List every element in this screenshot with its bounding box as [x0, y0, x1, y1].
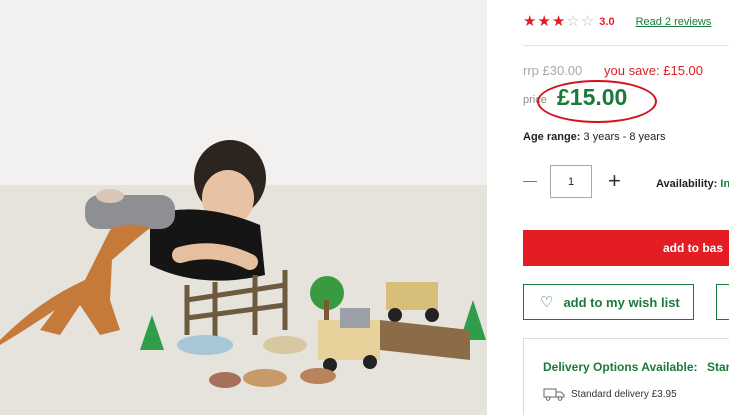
star-icon: ☆	[566, 13, 580, 30]
delivery-truck-icon	[543, 388, 565, 401]
quantity-decrease-button[interactable]	[523, 181, 537, 182]
annotation-circle	[537, 80, 657, 123]
delivery-options-box: Delivery Options Available: Star Standar…	[523, 338, 729, 415]
availability-label: Availability:	[656, 178, 718, 190]
you-save: you save: £15.00	[604, 63, 704, 78]
secondary-action-button[interactable]	[716, 284, 729, 320]
read-reviews-link[interactable]: Read 2 reviews	[636, 16, 712, 28]
heart-icon: ♡	[540, 294, 554, 311]
wish-list-label: add to my wish list	[563, 294, 680, 310]
availability: Availability: In	[656, 178, 729, 190]
age-range: Age range: 3 years - 8 years	[523, 131, 665, 143]
product-photo	[0, 0, 487, 415]
product-details-panel: ★ ★ ★ ☆ ☆ 3.0 Read 2 reviews rrp £30.00 …	[487, 0, 729, 415]
rating-value: 3.0	[599, 15, 615, 28]
add-to-wish-list-button[interactable]: ♡ add to my wish list	[523, 284, 694, 320]
star-icon: ☆	[580, 13, 595, 30]
age-range-label: Age range:	[523, 131, 581, 143]
delivery-title-continued: Star	[707, 360, 729, 374]
standard-delivery-text: Standard delivery £3.95	[571, 389, 677, 400]
standard-delivery-row: Standard delivery £3.95	[543, 388, 677, 401]
quantity-increase-button[interactable]: +	[608, 170, 621, 192]
add-to-basket-button[interactable]: add to bas	[523, 230, 729, 266]
rating-stars: ★ ★ ★ ☆ ☆	[523, 14, 594, 29]
star-icon: ★	[551, 13, 566, 30]
rrp-price: rrp £30.00	[523, 63, 583, 78]
delivery-title: Delivery Options Available:	[543, 360, 698, 374]
product-rating: ★ ★ ★ ☆ ☆ 3.0 Read 2 reviews	[523, 14, 711, 29]
star-icon: ★	[523, 13, 537, 30]
quantity-input[interactable]: 1	[550, 165, 592, 198]
availability-value: In	[720, 178, 729, 190]
age-range-value: 3 years - 8 years	[583, 131, 666, 143]
divider	[523, 45, 729, 46]
star-icon: ★	[537, 13, 551, 30]
